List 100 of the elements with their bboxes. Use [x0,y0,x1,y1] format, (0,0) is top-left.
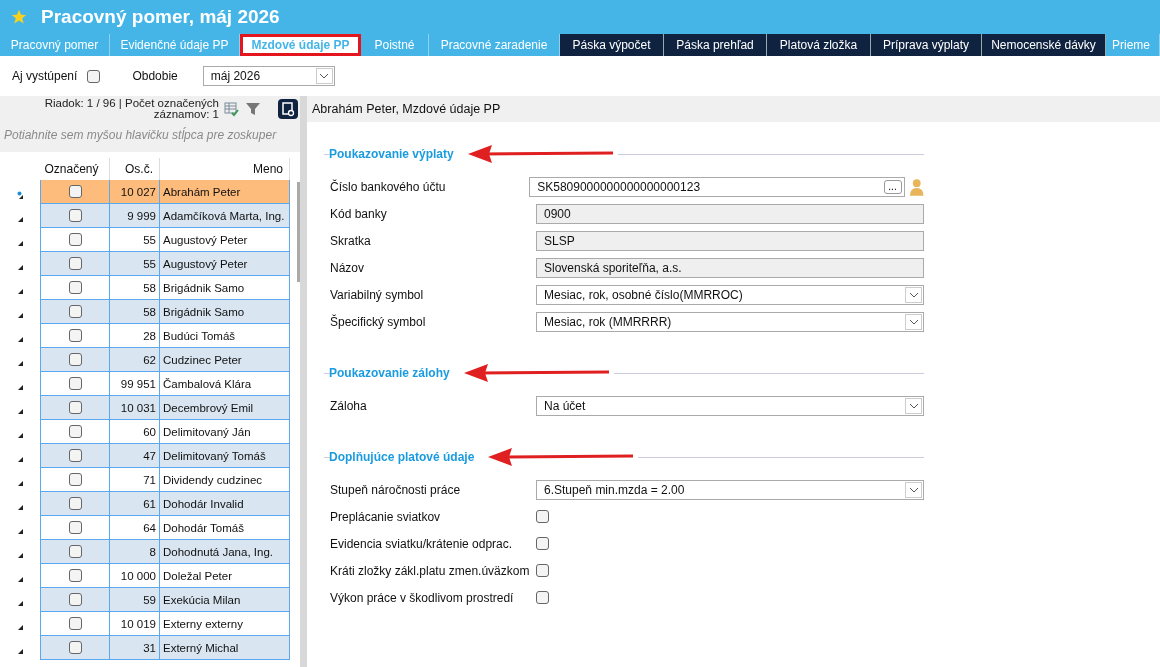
table-row[interactable]: 61 Dohodár Invalid [0,492,290,516]
row-checkbox[interactable] [68,233,82,246]
table-row[interactable]: 9 999 Adamčíková Marta, Ing. [0,204,290,228]
row-indicator-icon [17,576,23,582]
row-checkbox[interactable] [68,401,82,414]
window-title: Pracovný pomer, máj 2026 [41,6,280,28]
table-cell: 8 [110,540,160,564]
row-checkbox[interactable] [68,281,82,294]
table-cell: Dohodár Invalid [160,492,290,516]
field-label: Evidencia sviatku/krátenie odprac. [329,536,514,551]
field-label: Názov [329,260,365,275]
field-label: Stupeň náročnosti práce [329,482,462,497]
tab[interactable]: Páska výpočet [560,34,664,56]
row-indicator-icon [17,432,23,438]
row-checkbox[interactable] [68,305,82,318]
preview-icon[interactable] [278,99,298,119]
table-cell: Dohodnutá Jana, Ing. [160,540,290,564]
row-checkbox[interactable] [68,425,82,438]
browse-button[interactable]: ... [883,179,902,194]
caret-icon [908,402,919,409]
field-label: Číslo bankového účtu [329,179,447,194]
table-cell: Cudzinec Peter [160,348,290,372]
select-field[interactable]: Mesiac, rok (MMRRRR) [536,311,924,332]
period-select[interactable]: máj 2026 [202,66,335,86]
row-checkbox[interactable] [68,377,82,390]
table-cell: Decembrový Emil [160,396,290,420]
table-row[interactable]: 55 Augustový Peter [0,252,290,276]
readonly-field: SLSP [536,230,924,251]
caret-icon [908,486,919,493]
row-indicator-icon [17,336,23,342]
table-cell: 47 [110,444,160,468]
select-field[interactable]: Na účet [536,395,924,416]
section-title: Doplňujúce platové údaje [328,450,476,464]
checkbox[interactable] [536,591,549,604]
table-row[interactable]: 31 Externý Michal [0,636,290,660]
row-checkbox[interactable] [68,209,82,222]
include-left-checkbox[interactable] [87,69,101,83]
table-cell: 58 [110,300,160,324]
row-indicator-icon [17,288,23,294]
row-checkbox[interactable] [68,593,82,606]
checkbox[interactable] [536,564,549,577]
table-cell: 59 [110,588,160,612]
row-indicator-icon [17,624,23,630]
row-checkbox[interactable] [68,257,82,270]
row-checkbox[interactable] [68,353,82,366]
field-label: Kód banky [329,206,388,221]
include-left-label: Aj vystúpení [12,69,78,83]
row-checkbox[interactable] [68,185,82,198]
section-title: Poukazovanie zálohy [328,366,451,380]
table-row[interactable]: 59 Exekúcia Milan [0,588,290,612]
row-indicator-icon [17,240,23,246]
star-icon [11,9,27,25]
table-cell: 10 027 [110,180,160,204]
readonly-field: 0900 [536,203,924,224]
row-indicator-icon [17,456,23,462]
table-row[interactable]: 58 Brigádnik Samo [0,300,290,324]
checkbox[interactable] [536,537,549,550]
tab[interactable]: Platová zložka [767,34,871,56]
tab[interactable]: Príprava výplaty [871,34,982,56]
table-row[interactable]: 10 031 Decembrový Emil [0,396,290,420]
table-cell: Delimitovaný Tomáš [160,444,290,468]
table-cell: 9 999 [110,204,160,228]
field-label: Preplácanie sviatkov [329,509,442,524]
field-label: Kráti zložky zákl.platu zmen.úväzkom [329,563,531,578]
group-hint: Potiahnite sem myšou hlavičku stĺpca pre zoskuper [0,122,300,152]
row-indicator-icon [17,648,23,654]
tab[interactable]: Páska prehľad [664,34,767,56]
table-row[interactable]: 8 Dohodnutá Jana, Ing. [0,540,290,564]
table-cell: Exekúcia Milan [160,588,290,612]
row-indicator-icon [17,528,23,534]
field-label: Variabilný symbol [329,287,425,302]
scrollbar-thumb[interactable] [297,182,300,282]
checkbox[interactable] [536,510,549,523]
table-row[interactable]: 10 027 Abrahám Peter [0,180,290,204]
table-row[interactable]: 47 Delimitovaný Tomáš [0,444,290,468]
row-checkbox[interactable] [68,641,82,654]
row-indicator-icon [17,408,23,414]
table-cell: 62 [110,348,160,372]
row-checkbox[interactable] [68,545,82,558]
row-indicator-icon [17,384,23,390]
account-field[interactable]: SK5809000000000000000123 ... [529,176,905,197]
row-checkbox[interactable] [68,329,82,342]
grid-check-icon[interactable] [224,101,240,117]
field-label: Záloha [329,398,368,413]
field-label: Skratka [329,233,372,248]
select-field[interactable]: 6.Stupeň min.mzda = 2.00 [536,479,924,500]
row-checkbox[interactable] [68,473,82,486]
row-checkbox[interactable] [68,521,82,534]
section-title: Poukazovanie výplaty [328,147,455,161]
row-checkbox[interactable] [68,569,82,582]
table-row[interactable]: 62 Cudzinec Peter [0,348,290,372]
caret-icon [908,291,919,298]
row-indicator-icon [17,312,23,318]
select-field[interactable]: Mesiac, rok, osobné číslo(MMRROC) [536,284,924,305]
row-checkbox[interactable] [68,497,82,510]
tab[interactable]: Nemocenské dávky [982,34,1106,56]
row-checkbox[interactable] [68,617,82,630]
row-checkbox[interactable] [68,449,82,462]
row-indicator-icon [17,360,23,366]
filter-icon[interactable] [245,101,261,117]
